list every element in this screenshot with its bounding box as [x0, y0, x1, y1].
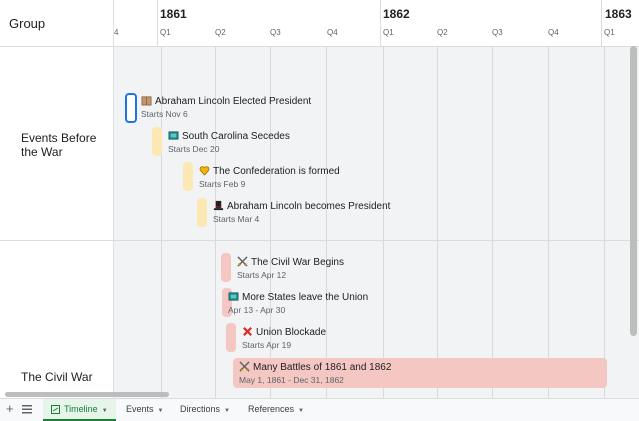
quarter-label: Q3	[270, 28, 281, 37]
year-label: 1861	[160, 7, 187, 21]
group-header-label: Group	[9, 16, 46, 31]
tab-label: Directions	[180, 404, 221, 414]
group-divider	[0, 240, 639, 241]
event-title[interactable]: Many Battles of 1861 and 1862	[239, 361, 391, 373]
event-title[interactable]: Abraham Lincoln becomes President	[213, 200, 390, 212]
quarter-label: Q1	[383, 28, 394, 37]
package-icon	[141, 96, 152, 106]
group-label: Events Before the War	[21, 131, 97, 159]
group-column	[0, 0, 114, 398]
cross-mark-icon	[243, 327, 252, 336]
tab-timeline[interactable]: Timeline ▼	[43, 399, 116, 421]
year-label: 1862	[383, 7, 410, 21]
add-sheet-button[interactable]: +	[4, 399, 18, 421]
gridline	[383, 46, 384, 398]
year-tick	[380, 0, 381, 46]
quarter-label: Q4	[548, 28, 559, 37]
gridline	[548, 46, 549, 398]
gridline	[326, 46, 327, 398]
event-date: Starts Dec 20	[168, 144, 220, 154]
chevron-down-icon: ▼	[224, 408, 230, 414]
year-tick	[601, 0, 602, 46]
crossed-swords-icon	[239, 361, 250, 372]
all-sheets-button[interactable]	[20, 399, 34, 421]
tab-label: Timeline	[64, 404, 98, 414]
event-date: Starts Feb 9	[199, 179, 246, 189]
horizontal-scrollbar[interactable]	[5, 392, 169, 397]
time-axis	[114, 0, 639, 47]
event-title[interactable]: More States leave the Union	[228, 291, 368, 303]
event-bar[interactable]	[152, 127, 162, 156]
event-date: Starts Apr 19	[242, 340, 292, 350]
timeline-view: 1861 1862 1863 4 Q1 Q2 Q3 Q4 Q1 Q2 Q3 Q4…	[0, 0, 639, 398]
quarter-label: Q3	[492, 28, 503, 37]
tab-label: References	[248, 404, 295, 414]
vertical-scrollbar[interactable]	[630, 46, 637, 336]
heart-icon	[199, 166, 210, 176]
gridline	[604, 46, 605, 398]
event-title[interactable]: Abraham Lincoln Elected President	[141, 95, 311, 107]
gridline	[437, 46, 438, 398]
plus-icon: +	[6, 401, 14, 416]
timeline-view-icon	[51, 405, 60, 414]
tab-label: Events	[126, 404, 154, 414]
flag-icon	[168, 131, 179, 140]
chevron-down-icon: ▼	[101, 408, 108, 414]
event-date: May 1, 1861 - Dec 31, 1862	[239, 375, 344, 385]
chevron-down-icon: ▼	[157, 408, 164, 414]
sheet-tabs-bar: + Timeline ▼ Events ▼ Directions ▼ Referenc…	[0, 398, 639, 421]
group-header: Group	[0, 0, 113, 47]
tab-directions[interactable]: Directions ▼	[170, 399, 238, 421]
quarter-label: Q2	[437, 28, 448, 37]
year-label: 1863	[605, 7, 632, 21]
quarter-label: Q4	[327, 28, 338, 37]
event-date: Starts Nov 6	[141, 109, 188, 119]
menu-icon	[22, 405, 32, 414]
quarter-label: Q1	[604, 28, 615, 37]
quarter-label: 4	[114, 28, 119, 37]
timeline-plot-area[interactable]	[114, 0, 639, 398]
event-bar[interactable]	[226, 323, 236, 352]
group-label: The Civil War	[21, 370, 93, 384]
quarter-label: Q1	[160, 28, 171, 37]
year-tick	[157, 0, 158, 46]
event-title[interactable]: South Carolina Secedes	[168, 130, 290, 142]
tab-events[interactable]: Events ▼	[117, 399, 170, 421]
flag-icon	[228, 292, 239, 301]
gridline	[492, 46, 493, 398]
chevron-down-icon: ▼	[298, 408, 304, 414]
crossed-swords-icon	[237, 256, 248, 267]
event-bar[interactable]	[183, 162, 193, 191]
event-date: Starts Apr 12	[237, 270, 287, 280]
event-date: Apr 13 - Apr 30	[228, 305, 286, 315]
event-title[interactable]: Union Blockade	[242, 326, 326, 338]
event-date: Starts Mar 4	[213, 214, 260, 224]
event-title[interactable]: The Civil War Begins	[237, 256, 344, 268]
event-bar[interactable]	[125, 93, 137, 123]
tab-references[interactable]: References ▼	[238, 399, 314, 421]
top-hat-icon	[213, 200, 224, 211]
event-bar[interactable]	[221, 253, 231, 282]
event-title[interactable]: The Confederation is formed	[199, 165, 340, 177]
quarter-label: Q2	[215, 28, 226, 37]
event-bar[interactable]	[197, 198, 207, 227]
